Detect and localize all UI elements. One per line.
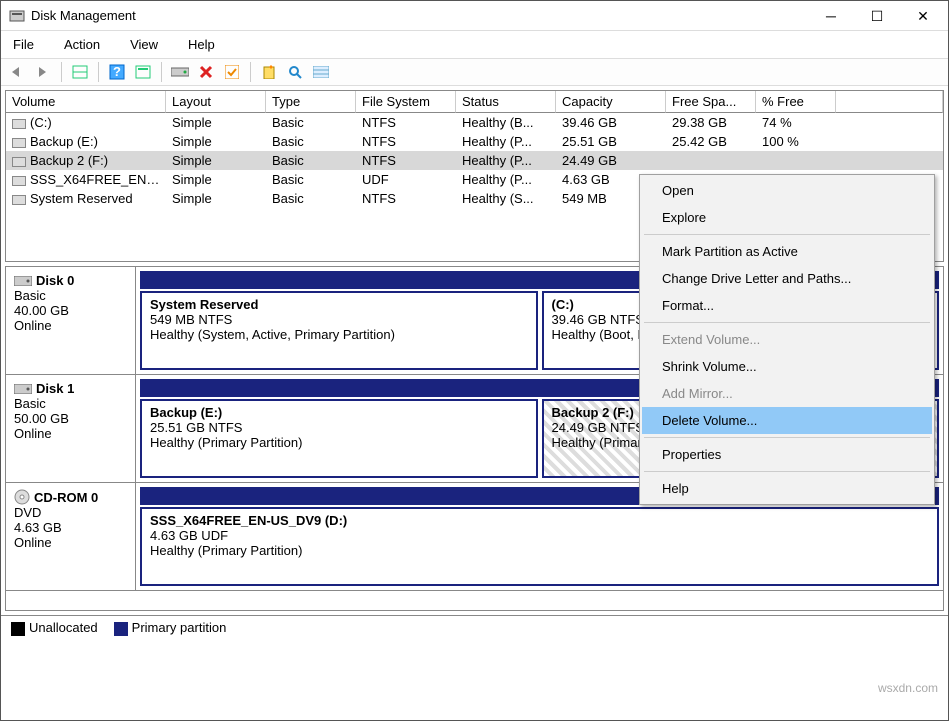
partition[interactable]: Backup (E:)25.51 GB NTFSHealthy (Primary… bbox=[140, 399, 538, 478]
svg-text:?: ? bbox=[113, 64, 121, 79]
disk-name: Disk 1 bbox=[14, 381, 127, 396]
header-layout[interactable]: Layout bbox=[166, 91, 266, 113]
partition-name: Backup (E:) bbox=[150, 405, 528, 420]
menu-item[interactable]: Mark Partition as Active bbox=[642, 238, 932, 265]
maximize-button[interactable]: ☐ bbox=[854, 1, 900, 31]
close-button[interactable]: ✕ bbox=[900, 1, 946, 31]
menubar: File Action View Help bbox=[1, 31, 948, 58]
disk-name: CD-ROM 0 bbox=[14, 489, 127, 505]
check-icon[interactable] bbox=[222, 62, 242, 82]
menu-help[interactable]: Help bbox=[182, 35, 221, 54]
header-volume[interactable]: Volume bbox=[6, 91, 166, 113]
disk-info: Disk 1Basic50.00 GBOnline bbox=[6, 375, 136, 482]
new-icon[interactable] bbox=[259, 62, 279, 82]
partition-size: 25.51 GB NTFS bbox=[150, 420, 528, 435]
menu-item[interactable]: Help bbox=[642, 475, 932, 502]
disk-info: Disk 0Basic40.00 GBOnline bbox=[6, 267, 136, 374]
disk-management-window: Disk Management ─ ☐ ✕ File Action View H… bbox=[0, 0, 949, 721]
separator bbox=[161, 62, 162, 82]
minimize-button[interactable]: ─ bbox=[808, 1, 854, 31]
header-type[interactable]: Type bbox=[266, 91, 356, 113]
partition-status: Healthy (Primary Partition) bbox=[150, 543, 929, 558]
header-capacity[interactable]: Capacity bbox=[556, 91, 666, 113]
toolbar: ? bbox=[1, 58, 948, 86]
disk-size: 50.00 GB bbox=[14, 411, 127, 426]
search-icon[interactable] bbox=[285, 62, 305, 82]
menu-action[interactable]: Action bbox=[58, 35, 106, 54]
partition-status: Healthy (Primary Partition) bbox=[150, 435, 528, 450]
partition-size: 549 MB NTFS bbox=[150, 312, 528, 327]
partition-name: SSS_X64FREE_EN-US_DV9 (D:) bbox=[150, 513, 929, 528]
header-free[interactable]: Free Spa... bbox=[666, 91, 756, 113]
menu-item[interactable]: Delete Volume... bbox=[642, 407, 932, 434]
menu-item: Add Mirror... bbox=[642, 380, 932, 407]
menu-item: Extend Volume... bbox=[642, 326, 932, 353]
partition-size: 4.63 GB UDF bbox=[150, 528, 929, 543]
menu-item[interactable]: Change Drive Letter and Paths... bbox=[642, 265, 932, 292]
disk-info: CD-ROM 0DVD4.63 GBOnline bbox=[6, 483, 136, 590]
menu-item[interactable]: Explore bbox=[642, 204, 932, 231]
disk-status: Online bbox=[14, 426, 127, 441]
legend-swatch-blue bbox=[114, 622, 128, 636]
watermark: wsxdn.com bbox=[878, 681, 938, 695]
app-icon bbox=[9, 8, 25, 24]
menu-separator bbox=[644, 437, 930, 438]
partition-name: System Reserved bbox=[150, 297, 528, 312]
window-title: Disk Management bbox=[31, 8, 808, 23]
back-icon[interactable] bbox=[7, 62, 27, 82]
table-row[interactable]: Backup 2 (F:)SimpleBasicNTFSHealthy (P..… bbox=[6, 151, 943, 170]
layout-icon[interactable] bbox=[70, 62, 90, 82]
header-status[interactable]: Status bbox=[456, 91, 556, 113]
menu-separator bbox=[644, 322, 930, 323]
menu-item[interactable]: Shrink Volume... bbox=[642, 353, 932, 380]
partition[interactable]: SSS_X64FREE_EN-US_DV9 (D:)4.63 GB UDFHea… bbox=[140, 507, 939, 586]
titlebar: Disk Management ─ ☐ ✕ bbox=[1, 1, 948, 31]
disk-status: Online bbox=[14, 318, 127, 333]
separator bbox=[61, 62, 62, 82]
menu-item[interactable]: Properties bbox=[642, 441, 932, 468]
window-controls: ─ ☐ ✕ bbox=[808, 1, 946, 31]
legend-primary: Primary partition bbox=[114, 620, 227, 636]
legend-unallocated: Unallocated bbox=[11, 620, 98, 636]
refresh-icon[interactable] bbox=[133, 62, 153, 82]
disk-size: 40.00 GB bbox=[14, 303, 127, 318]
menu-item[interactable]: Format... bbox=[642, 292, 932, 319]
disk-type: DVD bbox=[14, 505, 127, 520]
header-spacer bbox=[836, 91, 943, 113]
legend-swatch-black bbox=[11, 622, 25, 636]
disk-status: Online bbox=[14, 535, 127, 550]
menu-file[interactable]: File bbox=[7, 35, 40, 54]
disk-size: 4.63 GB bbox=[14, 520, 127, 535]
table-row[interactable]: Backup (E:)SimpleBasicNTFSHealthy (P...2… bbox=[6, 132, 943, 151]
help-icon[interactable]: ? bbox=[107, 62, 127, 82]
separator bbox=[98, 62, 99, 82]
forward-icon[interactable] bbox=[33, 62, 53, 82]
partition[interactable]: System Reserved549 MB NTFSHealthy (Syste… bbox=[140, 291, 538, 370]
disk-name: Disk 0 bbox=[14, 273, 127, 288]
disk-type: Basic bbox=[14, 288, 127, 303]
menu-view[interactable]: View bbox=[124, 35, 164, 54]
partition-status: Healthy (System, Active, Primary Partiti… bbox=[150, 327, 528, 342]
context-menu: OpenExplore Mark Partition as ActiveChang… bbox=[639, 174, 935, 505]
header-percent[interactable]: % Free bbox=[756, 91, 836, 113]
menu-item[interactable]: Open bbox=[642, 177, 932, 204]
table-header: Volume Layout Type File System Status Ca… bbox=[6, 91, 943, 113]
separator bbox=[250, 62, 251, 82]
drive-icon[interactable] bbox=[170, 62, 190, 82]
delete-icon[interactable] bbox=[196, 62, 216, 82]
legend: Unallocated Primary partition bbox=[1, 615, 948, 640]
list-icon[interactable] bbox=[311, 62, 331, 82]
header-filesystem[interactable]: File System bbox=[356, 91, 456, 113]
menu-separator bbox=[644, 234, 930, 235]
table-row[interactable]: (C:)SimpleBasicNTFSHealthy (B...39.46 GB… bbox=[6, 113, 943, 132]
disk-type: Basic bbox=[14, 396, 127, 411]
menu-separator bbox=[644, 471, 930, 472]
